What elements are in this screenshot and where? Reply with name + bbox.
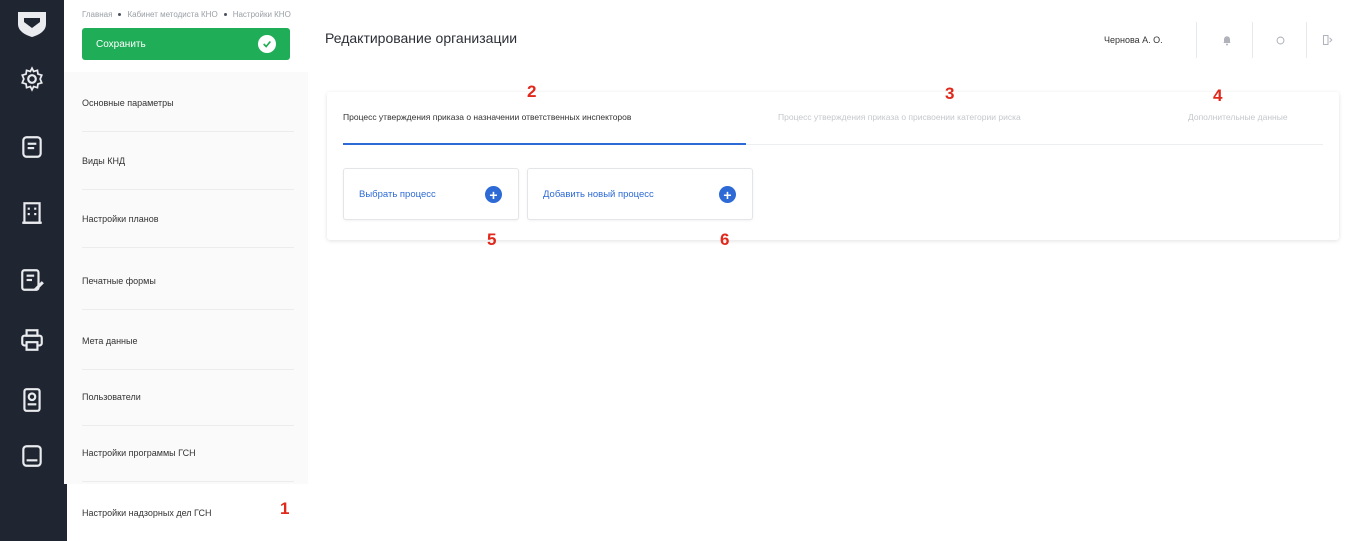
breadcrumb: Главная Кабинет методиста КНО Настройки … <box>82 10 291 19</box>
check-icon <box>258 35 276 53</box>
active-tab-indicator <box>343 143 746 145</box>
add-process-button[interactable]: Добавить новый процесс + <box>527 168 753 220</box>
building-icon[interactable] <box>17 198 47 228</box>
tab-inspectors-order[interactable]: Процесс утверждения приказа о назначении… <box>343 112 631 122</box>
printer-icon[interactable] <box>17 325 47 355</box>
menu-item-label: Настройки надзорных дел ГСН <box>82 508 212 518</box>
settings-menu: Основные параметры Виды КНД Настройки пл… <box>64 72 308 541</box>
app-window: Главная Кабинет методиста КНО Настройки … <box>0 0 1352 541</box>
menu-item-metadata[interactable]: Мета данные <box>64 312 308 370</box>
menu-item-main-params[interactable]: Основные параметры <box>64 74 308 132</box>
divider <box>1306 22 1307 58</box>
left-rail <box>0 0 64 541</box>
menu-item-label: Основные параметры <box>82 98 174 108</box>
menu-item-gsn-cases-settings[interactable]: Настройки надзорных дел ГСН <box>64 484 308 541</box>
shield-logo-icon[interactable] <box>14 10 50 38</box>
menu-item-label: Печатные формы <box>82 276 156 286</box>
annotation-number: 4 <box>1213 86 1223 105</box>
breadcrumb-item[interactable]: Кабинет методиста КНО <box>127 10 217 19</box>
menu-item-label: Мета данные <box>82 336 138 346</box>
settings-circle-icon[interactable] <box>1270 30 1290 50</box>
edit-list-icon[interactable] <box>17 265 47 295</box>
page-title: Редактирование организации <box>325 30 518 46</box>
annotation-number: 1 <box>280 499 290 518</box>
document-icon[interactable] <box>17 132 47 162</box>
tab-risk-category-order[interactable]: Процесс утверждения приказа о присвоении… <box>778 112 1021 122</box>
process-card: Процесс утверждения приказа о назначении… <box>327 92 1339 240</box>
divider <box>82 247 294 248</box>
select-process-label: Выбрать процесс <box>359 188 436 200</box>
menu-item-gsn-program-settings[interactable]: Настройки программы ГСН <box>64 424 308 482</box>
menu-item-plan-settings[interactable]: Настройки планов <box>64 190 308 248</box>
save-button-label: Сохранить <box>96 38 146 50</box>
divider <box>82 481 294 482</box>
plus-icon: + <box>485 186 502 203</box>
gear-icon[interactable] <box>17 64 47 94</box>
menu-item-label: Виды КНД <box>82 156 126 166</box>
book-icon[interactable] <box>17 441 47 471</box>
annotation-number: 6 <box>720 230 730 249</box>
menu-item-users[interactable]: Пользователи <box>64 368 308 426</box>
tab-additional-data[interactable]: Дополнительные данные <box>1188 112 1288 122</box>
id-card-icon[interactable] <box>17 385 47 415</box>
breadcrumb-separator <box>118 13 122 16</box>
divider <box>82 309 294 310</box>
breadcrumb-item[interactable]: Настройки КНО <box>233 10 291 19</box>
breadcrumb-separator <box>223 13 227 16</box>
plus-icon: + <box>719 186 736 203</box>
annotation-number: 2 <box>527 82 537 101</box>
logout-icon[interactable] <box>1318 30 1338 50</box>
breadcrumb-item[interactable]: Главная <box>82 10 112 19</box>
menu-item-print-forms[interactable]: Печатные формы <box>64 252 308 310</box>
menu-item-knd-types[interactable]: Виды КНД <box>64 132 308 190</box>
user-name[interactable]: Чернова А. О. <box>1104 35 1163 45</box>
save-button[interactable]: Сохранить <box>82 28 290 60</box>
add-process-label: Добавить новый процесс <box>543 188 654 200</box>
divider <box>1252 22 1253 58</box>
annotation-number: 5 <box>487 230 497 249</box>
annotation-number: 3 <box>945 84 955 103</box>
menu-item-label: Пользователи <box>82 392 141 402</box>
divider <box>1196 22 1197 58</box>
select-process-button[interactable]: Выбрать процесс + <box>343 168 519 220</box>
menu-item-label: Настройки программы ГСН <box>82 448 196 458</box>
menu-item-label: Настройки планов <box>82 214 159 224</box>
bell-icon[interactable] <box>1217 30 1237 50</box>
